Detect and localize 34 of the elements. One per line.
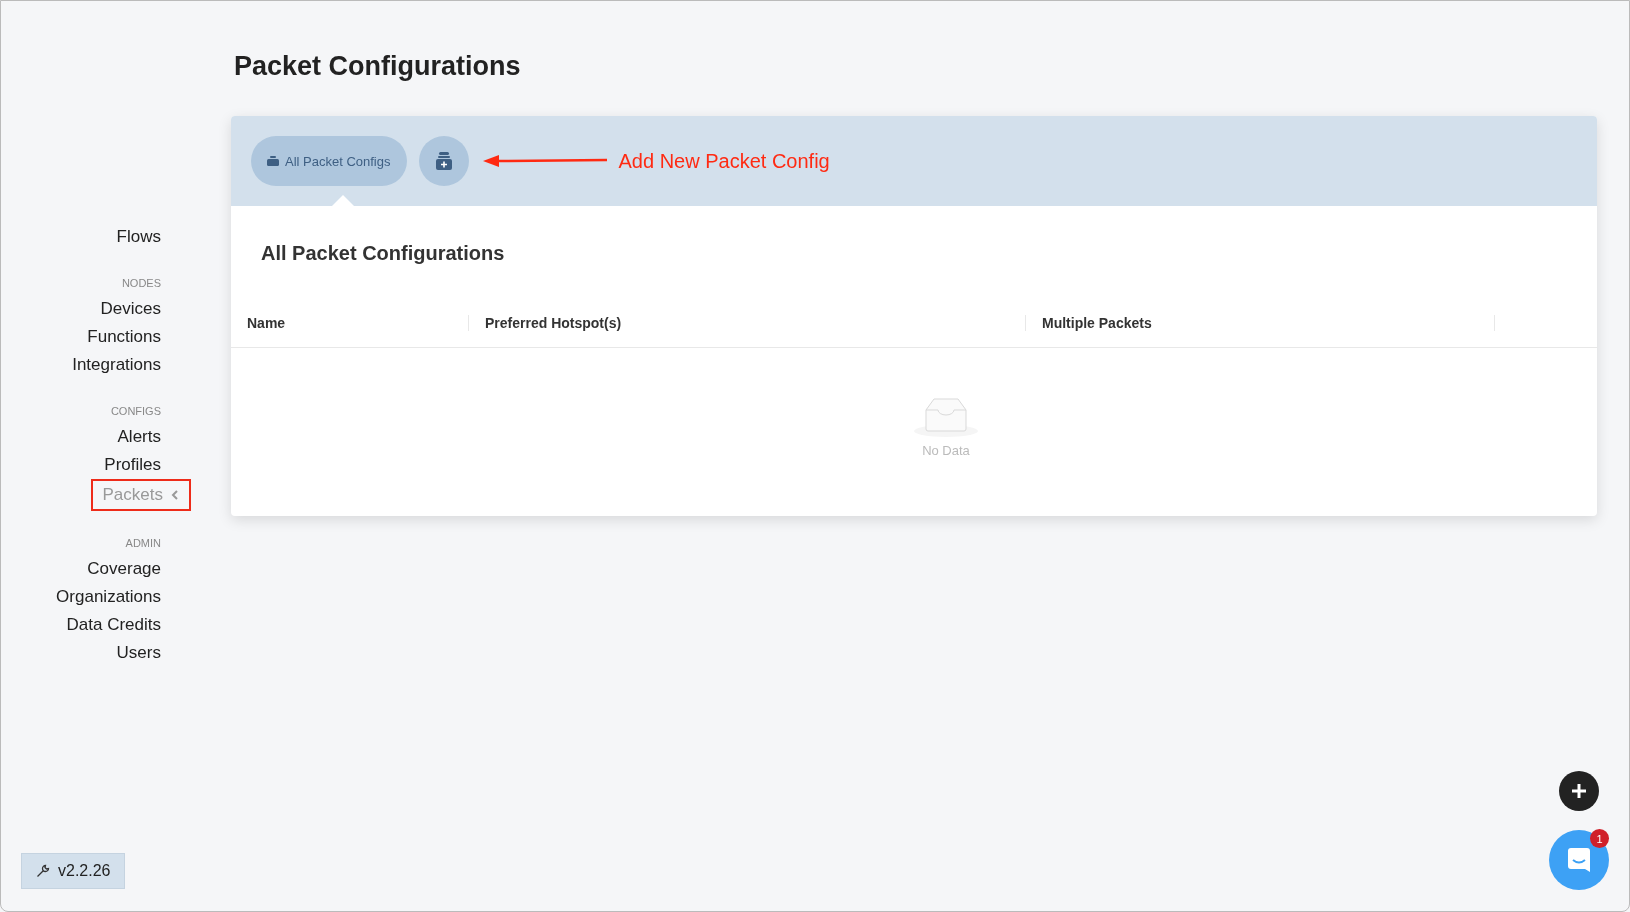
sidebar-item[interactable]: Alerts — [117, 423, 161, 451]
sidebar-item[interactable]: Coverage — [87, 555, 161, 583]
column-header: Multiple Packets — [1026, 315, 1495, 331]
page-title: Packet Configurations — [234, 51, 522, 82]
add-button[interactable] — [1559, 771, 1599, 811]
sidebar-item[interactable]: Functions — [87, 323, 161, 351]
sidebar-item[interactable]: Flows — [116, 223, 161, 251]
empty-inbox-icon — [914, 396, 978, 437]
sidebar-item[interactable]: Profiles — [104, 451, 161, 479]
version-text: v2.2.26 — [58, 862, 111, 880]
section-heading: CONFIGS — [110, 405, 161, 417]
section-heading: ADMIN — [125, 537, 161, 549]
sidebar-item[interactable]: Integrations — [72, 351, 161, 379]
sidebar-item[interactable]: Data Credits — [66, 611, 161, 639]
arrow-icon — [482, 154, 607, 168]
table-title: All Packet Configurations — [261, 242, 506, 265]
sidebar-item[interactable]: Devices — [100, 295, 161, 323]
wrench-icon — [36, 864, 50, 878]
tab-pointer — [332, 195, 354, 206]
drawer-icon — [267, 156, 279, 166]
section-heading: NODES — [121, 277, 161, 289]
chat-button[interactable] — [1549, 830, 1609, 890]
empty-state-text: No Data — [922, 443, 970, 458]
column-header: Preferred Hotspot(s) — [469, 315, 1026, 331]
column-header: Name — [231, 315, 469, 331]
annotation-text: Add New Packet Config — [618, 149, 830, 173]
sidebar-item[interactable]: Users — [116, 639, 161, 667]
chevron-left-icon — [171, 489, 179, 501]
sidebar-item[interactable]: Organizations — [56, 583, 161, 611]
tab[interactable]: All Packet Configs — [251, 136, 407, 186]
drawer-plus-icon — [433, 151, 454, 171]
add-config-button[interactable] — [418, 136, 469, 186]
plus-icon — [1570, 782, 1588, 800]
notification-badge: 1 — [1590, 829, 1609, 848]
